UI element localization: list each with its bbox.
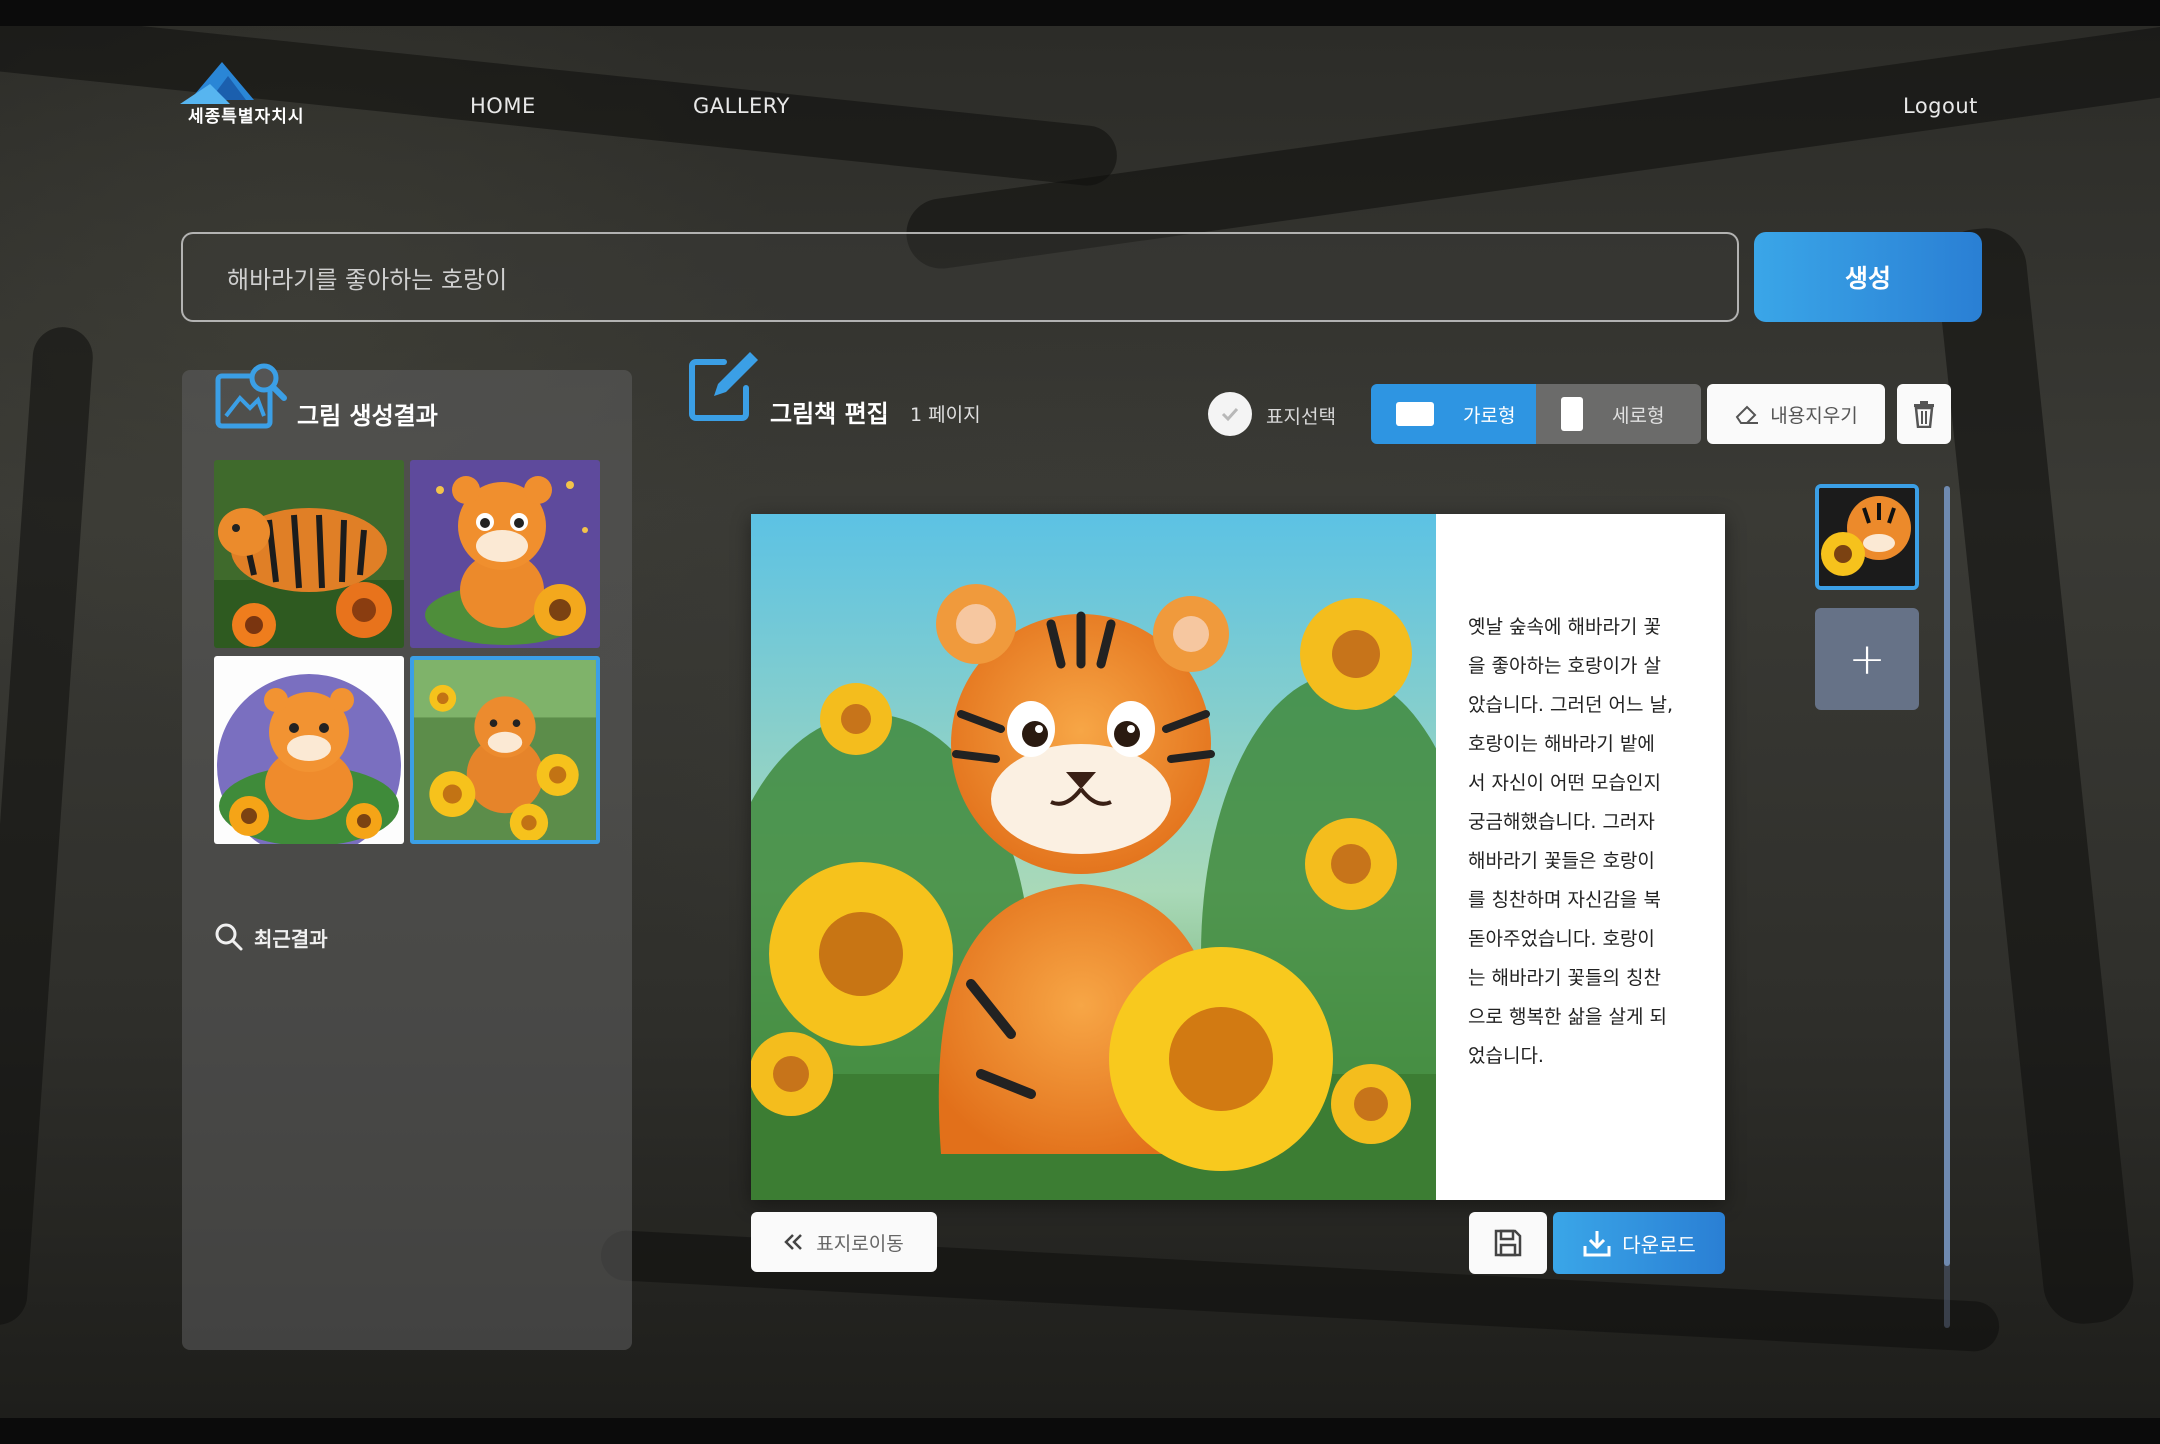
tiger-image-icon [214, 460, 404, 648]
landscape-label: 가로형 [1463, 404, 1516, 427]
story-line: 을 좋아하는 호랑이가 살 [1468, 655, 1661, 677]
delete-button[interactable] [1897, 384, 1951, 444]
trash-icon [1914, 401, 1934, 428]
story-line: 해바라기 꽃들은 호랑이 [1468, 850, 1655, 872]
search-icon [215, 923, 243, 951]
editor-title: 그림책 편집 [770, 400, 889, 428]
result-thumbnail[interactable] [410, 460, 600, 648]
prompt-input[interactable] [181, 232, 1739, 322]
image-search-icon [215, 363, 287, 429]
story-text[interactable]: 옛날 숲속에 해바라기 꽃 을 좋아하는 호랑이가 살 았습니다. 그러던 어느… [1468, 608, 1708, 1076]
result-thumbnail[interactable] [214, 656, 404, 844]
check-icon [1221, 407, 1239, 422]
nav-home[interactable]: HOME [470, 94, 536, 118]
scrollbar-thumb[interactable] [1944, 486, 1950, 1266]
background-branch [1932, 224, 2138, 1328]
portrait-toggle[interactable]: 세로형 [1536, 384, 1701, 444]
portrait-label: 세로형 [1612, 404, 1665, 427]
page-scrollbar[interactable] [1944, 486, 1950, 1328]
logout-link[interactable]: Logout [1903, 94, 1978, 118]
portrait-icon [1561, 397, 1583, 431]
results-title: 그림 생성결과 [297, 402, 438, 430]
save-icon [1494, 1229, 1522, 1257]
nav-gallery[interactable]: GALLERY [693, 94, 790, 118]
story-line: 는 해바라기 꽃들의 칭찬 [1468, 967, 1661, 989]
story-line: 를 칭찬하며 자신감을 북 [1468, 889, 1661, 911]
story-line: 서 자신이 어떤 모습인지 [1468, 772, 1661, 794]
download-label: 다운로드 [1622, 1232, 1696, 1257]
story-line: 궁금해했습니다. 그러자 [1468, 811, 1655, 833]
cover-select-checkbox[interactable] [1208, 392, 1252, 436]
landscape-toggle[interactable]: 가로형 [1371, 384, 1536, 444]
download-icon [1583, 1231, 1611, 1257]
go-to-cover-label: 표지로이동 [816, 1232, 904, 1255]
picture-book-page: 옛날 숲속에 해바라기 꽃 을 좋아하는 호랑이가 살 았습니다. 그러던 어느… [751, 514, 1725, 1200]
save-button[interactable] [1469, 1212, 1547, 1274]
download-button[interactable]: 다운로드 [1553, 1212, 1725, 1274]
go-to-cover-button[interactable]: 표지로이동 [751, 1212, 937, 1272]
story-line: 호랑이는 해바라기 밭에 [1468, 733, 1655, 755]
tiger-image-icon [214, 656, 404, 844]
results-panel: 그림 생성결과 최근결과 [182, 363, 632, 1350]
page-thumbnail[interactable] [1815, 484, 1919, 590]
generate-button[interactable]: 생성 [1754, 232, 1982, 322]
result-thumbnail-selected[interactable] [410, 656, 600, 844]
story-line: 돋아주었습니다. 호랑이 [1468, 928, 1655, 950]
eraser-icon [1736, 405, 1759, 424]
tiger-image-icon [410, 460, 600, 648]
background-branch [0, 325, 95, 1327]
story-line: 았습니다. 그러던 어느 날, [1468, 694, 1673, 716]
brand-logo[interactable]: 세종특별자치시 [180, 60, 330, 130]
recent-results-link[interactable]: 최근결과 [214, 922, 328, 952]
cover-select-label: 표지선택 [1266, 406, 1336, 428]
double-chevron-left-icon [784, 1234, 803, 1250]
recent-results-label: 최근결과 [254, 926, 328, 951]
story-line: 옛날 숲속에 해바라기 꽃 [1468, 616, 1661, 638]
page-indicator: 1 페이지 [910, 404, 981, 426]
edit-icon [689, 352, 758, 421]
tiger-image-icon [1819, 488, 1915, 586]
clear-content-button[interactable]: 내용지우기 [1707, 384, 1885, 444]
sunflower-icon [769, 862, 953, 1046]
result-thumbnail[interactable] [214, 460, 404, 648]
story-line: 으로 행복한 삶을 살게 되 [1468, 1006, 1667, 1028]
add-page-button[interactable]: + [1815, 608, 1919, 710]
logo-text: 세종특별자치시 [188, 107, 305, 127]
tiger-illustration-icon [751, 514, 1436, 1200]
landscape-icon [1396, 402, 1434, 426]
mountain-logo-icon [180, 62, 254, 104]
book-illustration[interactable] [751, 514, 1436, 1200]
tiger-image-icon [414, 660, 596, 840]
background-branch [0, 26, 1120, 189]
story-line: 었습니다. [1468, 1045, 1544, 1067]
clear-content-label: 내용지우기 [1770, 404, 1858, 427]
